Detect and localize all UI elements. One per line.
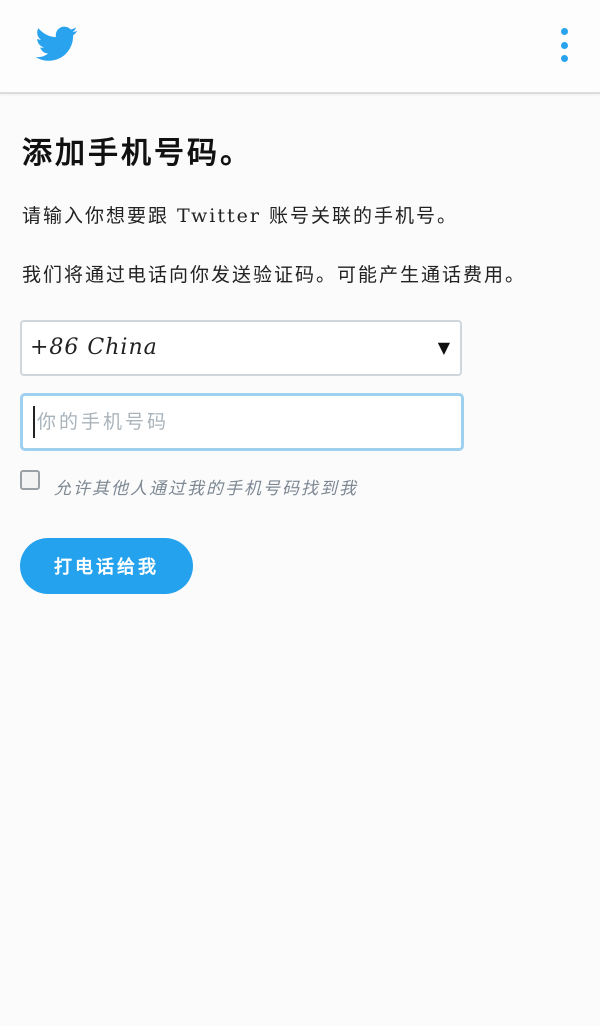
call-notice-text: 我们将通过电话向你发送验证码。可能产生通话费用。: [22, 264, 527, 286]
discoverable-checkbox[interactable]: [20, 470, 40, 490]
more-vertical-icon[interactable]: [552, 28, 576, 62]
twitter-bird-icon[interactable]: [36, 26, 78, 62]
menu-dot: [560, 55, 568, 62]
phone-number-input[interactable]: [20, 393, 464, 451]
triangle-down-icon: ▼: [437, 338, 450, 357]
page-title: 添加手机号码。: [22, 136, 253, 171]
top-bar: [0, 0, 600, 94]
text-cursor: [33, 406, 35, 438]
country-code-value: +86 China: [30, 335, 158, 360]
menu-dot: [560, 41, 568, 49]
discoverable-checkbox-row: 允许其他人通过我的手机号码找到我: [20, 470, 580, 500]
discoverable-checkbox-label[interactable]: 允许其他人通过我的手机号码找到我: [54, 474, 358, 499]
call-me-button[interactable]: 打电话给我: [20, 538, 193, 594]
menu-dot: [560, 28, 568, 35]
country-code-select[interactable]: +86 China ▼: [20, 320, 462, 376]
instruction-text: 请输入你想要跟 Twitter 账号关联的手机号。: [22, 205, 459, 227]
